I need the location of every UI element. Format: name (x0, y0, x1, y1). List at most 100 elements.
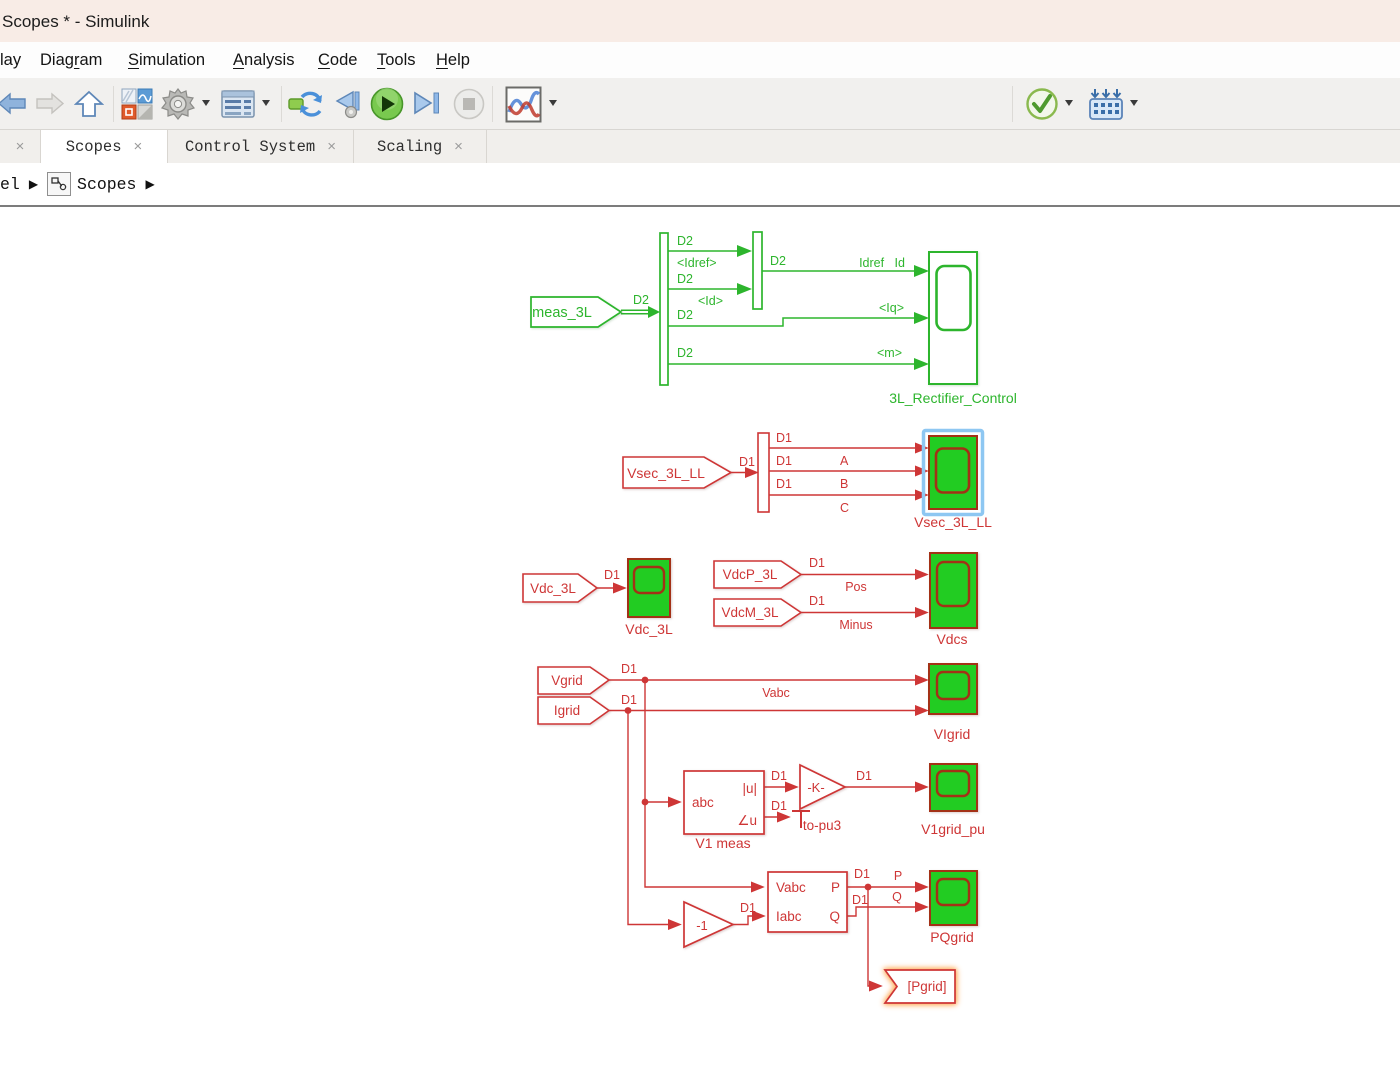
pqgrid-scope-label: PQgrid (930, 929, 974, 945)
window-title: Scopes * - Simulink (2, 12, 150, 31)
gear-icon[interactable] (159, 88, 197, 120)
rate-label: D1 (809, 594, 825, 608)
gain-value-label: -K- (807, 780, 824, 795)
signal-name-label: Pos (845, 580, 867, 594)
menu-help[interactable]: Help (436, 42, 470, 78)
v1meas-wires[interactable] (764, 781, 929, 823)
rectifier-scope-label: 3L_Rectifier_Control (889, 390, 1017, 406)
signal-name-label: Q (892, 890, 902, 904)
step-forward-icon[interactable] (409, 88, 445, 120)
port-label: ∠u (737, 813, 757, 828)
model-canvas[interactable]: meas_3L D2 D2 <Idref> D2 <Id> D2 Idref I… (0, 207, 1400, 1065)
gain-value-label: -1 (696, 918, 708, 933)
rate-label: D2 (677, 272, 693, 286)
rate-label: D1 (809, 556, 825, 570)
port-label: Q (829, 909, 840, 924)
breadcrumb-current[interactable]: Scopes (77, 175, 136, 194)
rate-label: D1 (852, 893, 868, 907)
window-titlebar: Scopes * - Simulink (0, 0, 1400, 42)
build-icon[interactable] (1086, 88, 1126, 120)
v1grid-pu-scope-label: V1grid_pu (921, 821, 985, 837)
rate-label: D2 (677, 234, 693, 248)
branch-dot (864, 883, 872, 891)
minus1-gain-block[interactable] (683, 900, 736, 949)
mux-block[interactable] (752, 231, 763, 310)
subsystem-icon (47, 172, 72, 196)
demux-block[interactable] (757, 432, 770, 513)
tab-scopes[interactable]: Scopes × (41, 130, 168, 163)
menu-tools[interactable]: Tools (377, 42, 416, 78)
tab-close-icon[interactable]: × (327, 138, 336, 155)
step-back-icon[interactable] (329, 88, 365, 120)
forward-icon[interactable] (34, 88, 66, 120)
check-advisor-icon[interactable] (1024, 88, 1060, 120)
rate-label: D1 (854, 867, 870, 881)
tab-control-system[interactable]: Control System × (168, 130, 354, 163)
rate-label: D1 (740, 901, 756, 915)
vdc-scope-label: Vdc_3L (625, 621, 673, 637)
vgrid-tag-label: Vgrid (551, 673, 583, 688)
menu-display-partial[interactable]: lay (0, 42, 21, 78)
branch-dot (641, 676, 649, 684)
rate-label: D2 (677, 346, 693, 360)
data-inspector-icon[interactable] (503, 86, 543, 122)
rate-label: D1 (776, 477, 792, 491)
igrid-tag-label: Igrid (554, 703, 580, 718)
chevron-right-icon: ▶ (28, 177, 39, 191)
signal-name-label: C (840, 501, 849, 515)
model-configuration-icon[interactable] (220, 88, 256, 120)
menu-code[interactable]: Code (318, 42, 357, 78)
check-advisor-dropdown-icon[interactable] (1065, 100, 1073, 106)
library-browser-icon[interactable] (119, 88, 155, 120)
model-configuration-dropdown-icon[interactable] (262, 100, 270, 106)
stop-icon[interactable] (451, 88, 487, 120)
rate-label: D1 (739, 455, 755, 469)
tab-close-icon[interactable]: × (134, 138, 143, 155)
menu-analysis[interactable]: Analysis (233, 42, 294, 78)
vsec-scope-label: Vsec_3L_LL (914, 514, 992, 530)
data-inspector-dropdown-icon[interactable] (549, 100, 557, 106)
bus-arrowhead-icon (648, 306, 660, 318)
run-icon[interactable] (369, 87, 405, 121)
signal-name-label: <Id> (698, 294, 723, 308)
main-toolbar: Normal (0, 78, 1400, 192)
rate-label: D1 (621, 662, 637, 676)
menu-diagram[interactable]: Diagram (40, 42, 102, 78)
signal-name-label: <Idref> (677, 256, 717, 270)
back-icon[interactable] (0, 88, 28, 120)
port-label: |u| (742, 781, 757, 796)
tab-label: Scaling (377, 137, 443, 156)
gear-dropdown-icon[interactable] (202, 100, 210, 106)
gain-block-label: to-pu3 (803, 818, 841, 833)
port-label: Vabc (776, 880, 806, 895)
rate-label: D1 (604, 568, 620, 582)
tab-scaling[interactable]: Scaling × (354, 130, 487, 163)
rate-label: D1 (776, 454, 792, 468)
menu-bar: lay Diagram Simulation Analysis Code Too… (0, 42, 1400, 78)
port-label: P (831, 880, 840, 895)
rate-label: D2 (770, 254, 786, 268)
tab-label: Control System (185, 137, 316, 156)
rate-label: D1 (771, 799, 787, 813)
port-label: Iabc (776, 909, 802, 924)
tab-label: Scopes (65, 137, 122, 156)
breadcrumb-model-partial[interactable]: el (0, 175, 20, 194)
vdcs-scope-label: Vdcs (936, 631, 967, 647)
tab-close-icon[interactable]: × (16, 138, 25, 155)
vdcm-tag-label: VdcM_3L (721, 605, 779, 620)
update-model-icon[interactable] (287, 88, 325, 120)
signal-name-label: Vabc (762, 686, 790, 700)
build-dropdown-icon[interactable] (1130, 100, 1138, 106)
rate-label: D2 (633, 293, 649, 307)
up-icon[interactable] (72, 88, 106, 120)
rate-label: D1 (621, 693, 637, 707)
vigrid-scope-label: VIgrid (934, 726, 971, 742)
signal-name-label: Idref Id (859, 256, 905, 270)
menu-simulation[interactable]: Simulation (128, 42, 205, 78)
tab-close-icon[interactable]: × (454, 138, 463, 155)
tab-partial[interactable]: × (0, 130, 41, 163)
branch-dot (641, 798, 649, 806)
meas-3l-tag-label: meas_3L (532, 305, 592, 321)
rate-label: D1 (771, 769, 787, 783)
bus-selector-block[interactable] (659, 232, 669, 386)
